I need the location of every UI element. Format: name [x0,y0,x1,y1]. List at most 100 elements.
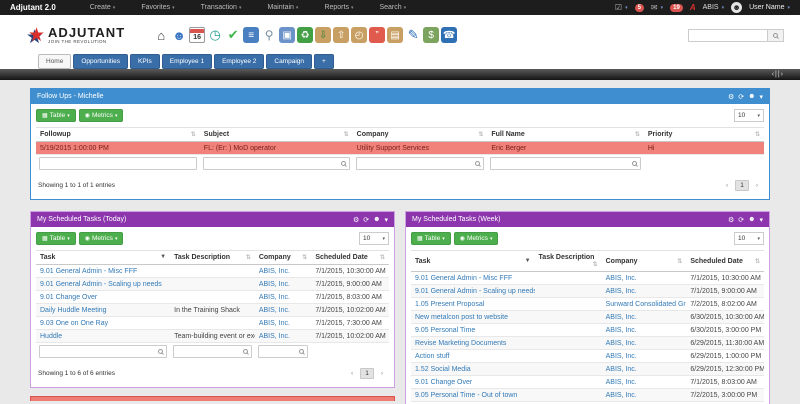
accounting-icon[interactable]: $ [423,27,439,43]
receive-icon[interactable]: ⇩ [315,27,331,43]
table-row[interactable]: 9.01 General Admin - Misc FFFABIS, Inc.7… [36,265,389,278]
column-filter-input[interactable] [203,157,350,170]
tab-kpis[interactable]: KPIs [130,54,160,69]
avatar[interactable]: ☻ [731,2,742,13]
column-header[interactable]: Task Description⇅ [170,251,255,265]
table-row[interactable]: 9.01 Change OverABIS, Inc.7/1/2015, 8:03… [36,291,389,304]
column-filter-input[interactable] [356,157,485,170]
table-row[interactable]: 1.05 Present ProposalSunward Consolidate… [411,298,764,311]
tab-employee-1[interactable]: Employee 1 [162,54,212,69]
calendar-icon[interactable]: 16 [189,27,205,43]
column-header[interactable]: Subject⇅ [200,128,353,142]
table-view-button[interactable]: ▦ Table ▾ [36,232,76,245]
tab-opportunities[interactable]: Opportunities [73,54,128,69]
collapse-icon[interactable]: ▾ [759,93,763,101]
menu-transaction[interactable]: Transaction▾ [201,4,242,11]
column-header[interactable]: Full Name⇅ [487,128,644,142]
page-size-select[interactable]: 10 ▾ [734,232,764,245]
list-icon[interactable]: ≡ [243,27,259,43]
table-row[interactable]: New metalcon post to websiteABIS, Inc.6/… [411,311,764,324]
trash-icon[interactable]: ♻ [297,27,313,43]
table-row[interactable]: 1.52 Social MediaABIS, Inc.6/29/2015, 12… [411,363,764,376]
table-row[interactable]: 9.01 General Admin - Misc FFFABIS, Inc.7… [411,272,764,285]
page-prev-button[interactable]: ‹ [722,181,732,190]
page-prev-button[interactable]: ‹ [347,369,357,378]
column-header[interactable]: Task▼ [36,251,170,265]
menu-create[interactable]: Create▾ [90,4,116,11]
menu-reports[interactable]: Reports▾ [324,4,353,11]
column-filter-input[interactable] [39,345,167,358]
phone-icon[interactable]: ☎ [441,27,457,43]
page-size-select[interactable]: 10 ▾ [734,109,764,122]
org-menu[interactable]: ABIS [703,4,719,11]
settings-icon[interactable]: ⚙ [728,216,734,224]
table-row[interactable]: Daily Huddle MeetingIn the Training Shac… [36,304,389,317]
table-row[interactable]: Revise Marketing DocumentsABIS, Inc.6/29… [411,337,764,350]
schedule-crate-icon[interactable]: ◴ [351,27,367,43]
column-header[interactable]: Company⇅ [255,251,311,265]
refresh-icon[interactable]: ⟳ [363,216,369,224]
clock-icon[interactable]: ◷ [207,27,223,43]
ship-icon[interactable]: ⇧ [333,27,349,43]
global-search-button[interactable] [768,29,784,42]
column-header[interactable]: Priority⇅ [644,128,764,142]
column-header[interactable]: Task Description⇅ [535,251,602,272]
table-view-button[interactable]: ▦ Table ▾ [411,232,451,245]
table-row[interactable]: 9.03 One on One RayABIS, Inc.7/1/2015, 7… [36,317,389,330]
global-search-input[interactable] [688,29,768,42]
page-next-button[interactable]: › [377,369,387,378]
alerts-badge[interactable]: 5 [635,4,644,12]
settings-icon[interactable]: ⚙ [353,216,359,224]
column-header[interactable]: Company⇅ [602,251,687,272]
menu-maintain[interactable]: Maintain▾ [267,4,298,11]
collapse-icon[interactable]: ▾ [759,216,763,224]
refresh-icon[interactable]: ⟳ [738,93,744,101]
column-filter-input[interactable] [39,157,197,170]
tab-home[interactable]: Home [38,54,71,69]
collapse-icon[interactable]: ▾ [384,216,388,224]
menu-favorites[interactable]: Favorites▾ [141,4,174,11]
approve-check-icon[interactable]: ✔ [225,27,241,43]
table-row[interactable]: 5/19/2015 1:00:00 PMFL: (Er: ) MoD opera… [36,142,764,155]
user-icon[interactable]: ☻ [748,216,755,224]
clipboard-icon[interactable]: ▤ [387,27,403,43]
column-filter-input[interactable] [490,157,641,170]
search-magnifier-icon[interactable]: ⚲ [261,27,277,43]
table-row[interactable]: 9.05 Personal Time - Out of townABIS, In… [411,389,764,402]
tab-campaign[interactable]: Campaign [266,54,312,69]
settings-icon[interactable]: ⚙ [728,93,734,101]
column-filter-input[interactable] [173,345,252,358]
table-row[interactable]: 9.01 General Admin - Scaling up needsABI… [36,278,389,291]
employee-icon[interactable]: ☻ [171,27,187,43]
page-number-button[interactable]: 1 [360,368,374,379]
envelope-icon[interactable]: ✉ [651,3,658,12]
page-number-button[interactable]: 1 [735,180,749,191]
column-header[interactable]: Scheduled Date⇅ [686,251,764,272]
metrics-view-button[interactable]: ◉ Metrics ▾ [79,109,124,122]
register-icon[interactable]: ▣ [279,27,295,43]
tab-add[interactable]: + [314,54,334,69]
page-size-select[interactable]: 10 ▾ [359,232,389,245]
metrics-view-button[interactable]: ◉ Metrics ▾ [79,232,124,245]
column-header[interactable]: Scheduled Date⇅ [311,251,389,265]
chat-icon[interactable]: ” [369,27,385,43]
table-row[interactable]: 9.05 Personal TimeABIS, Inc.6/30/2015, 3… [411,324,764,337]
refresh-icon[interactable]: ⟳ [738,216,744,224]
bank-icon[interactable]: ⌂ [153,27,169,43]
edit-pencil-icon[interactable]: ✎ [405,27,421,43]
table-row[interactable]: Action stuffABIS, Inc.6/29/2015, 1:00:00… [411,350,764,363]
metrics-view-button[interactable]: ◉ Metrics ▾ [454,232,499,245]
page-next-button[interactable]: › [752,181,762,190]
table-row[interactable]: 9.01 General Admin - Scaling up needsABI… [411,285,764,298]
user-menu[interactable]: User Name [749,4,784,11]
column-header[interactable]: Company⇅ [353,128,488,142]
tab-employee-2[interactable]: Employee 2 [214,54,264,69]
user-icon[interactable]: ☻ [373,216,380,224]
user-icon[interactable]: ☻ [748,93,755,101]
collapse-panels-control[interactable]: ‹||› [772,71,784,78]
table-view-button[interactable]: ▦ Table ▾ [36,109,76,122]
table-row[interactable]: HuddleTeam-building event or exerciseABI… [36,330,389,343]
menu-search[interactable]: Search▾ [379,4,406,11]
notes-icon[interactable]: ☑ [615,3,622,12]
column-header[interactable]: Followup⇅ [36,128,200,142]
